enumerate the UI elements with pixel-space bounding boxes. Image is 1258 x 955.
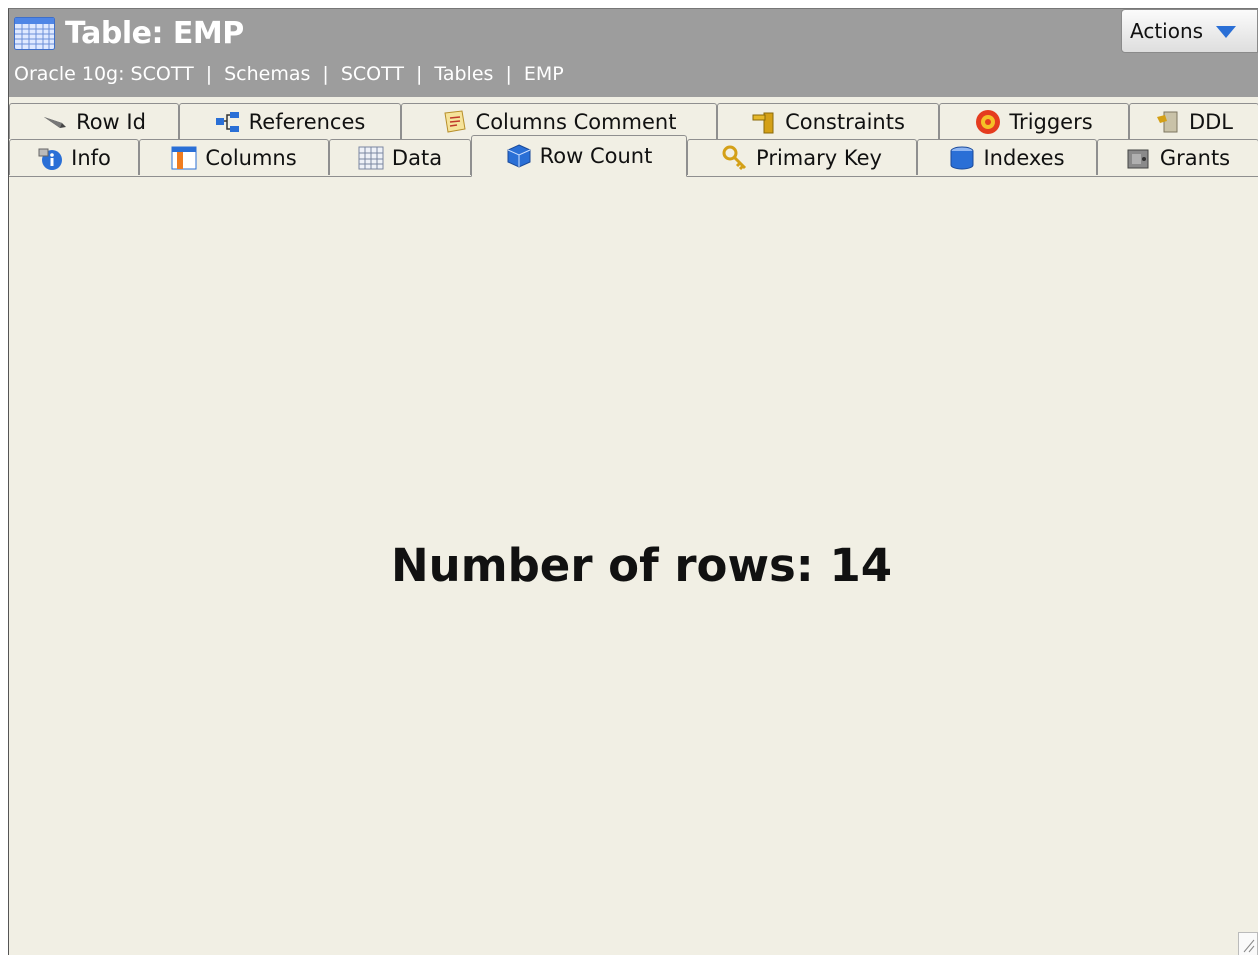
title-row: Table: EMP <box>14 13 244 53</box>
tab-label: DDL <box>1188 109 1234 134</box>
tab-row-front: Info Columns Data Row Count Primary Key … <box>9 135 1258 177</box>
breadcrumb-item-table[interactable]: EMP <box>524 63 564 85</box>
header-bar: Table: EMP Oracle 10g: SCOTT | Schemas |… <box>9 9 1258 97</box>
info-icon <box>37 145 63 171</box>
tab-indexes[interactable]: Indexes <box>917 139 1097 175</box>
row-count-text: Number of rows: 14 <box>391 539 893 592</box>
breadcrumb: Oracle 10g: SCOTT | Schemas | SCOTT | Ta… <box>14 63 564 85</box>
tab-label: References <box>248 109 366 134</box>
columns-icon <box>171 145 197 171</box>
row-count-panel: Number of rows: 14 <box>9 177 1258 955</box>
tab-label: Info <box>71 145 111 170</box>
breadcrumb-item-connection[interactable]: Oracle 10g: SCOTT <box>14 63 194 85</box>
actions-label: Actions <box>1130 19 1204 43</box>
row-count-icon <box>506 143 532 169</box>
tab-label: Primary Key <box>756 145 882 170</box>
actions-button[interactable]: Actions <box>1121 9 1258 53</box>
page-title: Table: EMP <box>65 15 244 51</box>
comment-icon <box>442 109 468 135</box>
tab-grants[interactable]: Grants <box>1097 139 1258 175</box>
chevron-down-icon <box>1215 24 1237 38</box>
tab-row-back: Row Id References Columns Comment Constr… <box>9 103 1258 139</box>
resize-grip-icon[interactable] <box>1238 932 1258 955</box>
ddl-icon <box>1155 109 1181 135</box>
tab-row-count[interactable]: Row Count <box>471 135 687 177</box>
tab-row-id[interactable]: Row Id <box>9 103 179 139</box>
tab-ddl[interactable]: DDL <box>1129 103 1258 139</box>
pen-icon <box>42 109 68 135</box>
tab-bar: Row Id References Columns Comment Constr… <box>9 97 1258 177</box>
indexes-icon <box>949 145 975 171</box>
tab-references[interactable]: References <box>179 103 401 139</box>
table-icon <box>14 16 55 50</box>
tab-label: Data <box>391 145 443 170</box>
tab-label: Row Count <box>539 144 653 168</box>
tab-columns-comment[interactable]: Columns Comment <box>401 103 717 139</box>
breadcrumb-item-schema[interactable]: SCOTT <box>341 63 404 85</box>
tab-label: Columns <box>205 145 297 170</box>
table-editor-window: Table: EMP Oracle 10g: SCOTT | Schemas |… <box>8 8 1258 955</box>
tab-label: Grants <box>1159 145 1231 170</box>
breadcrumb-item-schemas[interactable]: Schemas <box>224 63 310 85</box>
tab-label: Constraints <box>785 109 905 134</box>
data-grid-icon <box>358 145 384 171</box>
tab-constraints[interactable]: Constraints <box>717 103 939 139</box>
tab-label: Triggers <box>1009 109 1093 134</box>
constraints-icon <box>751 109 777 135</box>
breadcrumb-item-tables[interactable]: Tables <box>434 63 493 85</box>
tab-label: Columns Comment <box>475 109 677 134</box>
tab-data[interactable]: Data <box>329 139 471 175</box>
grants-icon <box>1126 145 1152 171</box>
tab-label: Row Id <box>76 109 146 134</box>
tab-columns[interactable]: Columns <box>139 139 329 175</box>
tab-info[interactable]: Info <box>9 139 139 175</box>
references-icon <box>215 109 241 135</box>
tab-label: Indexes <box>983 145 1065 170</box>
breadcrumb-separator: | <box>415 63 423 85</box>
tab-triggers[interactable]: Triggers <box>939 103 1129 139</box>
breadcrumb-separator: | <box>505 63 512 85</box>
tab-primary-key[interactable]: Primary Key <box>687 139 917 175</box>
triggers-icon <box>975 109 1001 135</box>
breadcrumb-separator: | <box>322 63 329 85</box>
key-icon <box>722 145 748 171</box>
breadcrumb-separator: | <box>205 63 213 85</box>
